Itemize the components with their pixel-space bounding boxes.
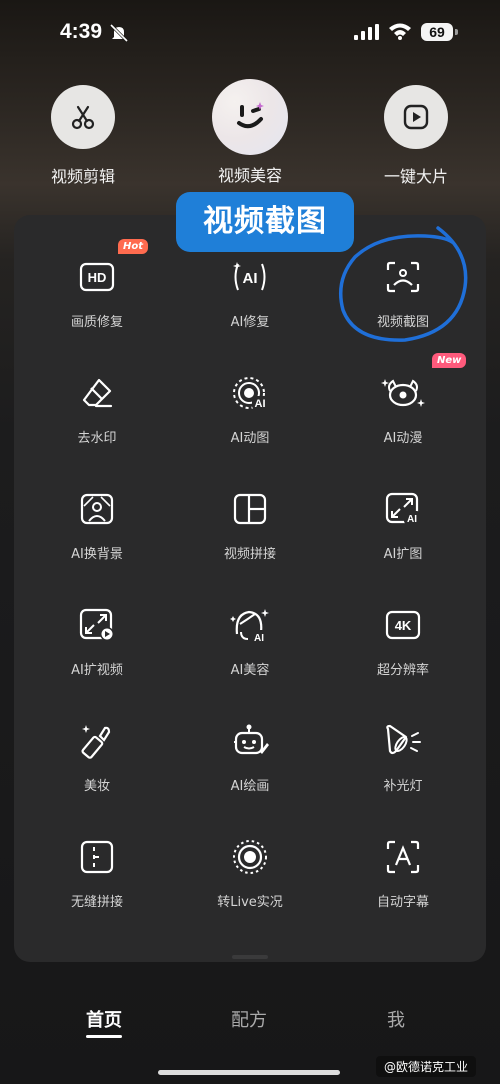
video-edit-button[interactable]: 视频剪辑: [23, 85, 143, 187]
status-bar: 4:39 69: [0, 0, 500, 68]
screenshot-callout: 视频截图: [176, 192, 354, 252]
tool-ai-expand-image[interactable]: AI AI扩图: [328, 487, 478, 562]
bell-muted-icon: [109, 23, 129, 46]
tool-ai-anime[interactable]: AI动漫 New: [328, 353, 478, 446]
cellular-signal-icon: [354, 24, 380, 44]
video-beauty-button[interactable]: 视频美容: [190, 79, 310, 186]
tool-ai-repair[interactable]: AI AI修复: [175, 255, 325, 330]
hot-badge: Hot: [118, 239, 149, 254]
tool-ai-background-swap[interactable]: AI换背景: [22, 487, 172, 562]
home-indicator[interactable]: [158, 1070, 340, 1075]
tab-recipes[interactable]: 配方: [209, 1006, 289, 1032]
tool-label: AI扩视频: [71, 663, 123, 678]
svg-text:HD: HD: [88, 270, 107, 285]
one-click-movie-label: 一键大片: [383, 167, 448, 186]
tool-label: 超分辨率: [376, 663, 429, 678]
tool-label: 无缝拼接: [70, 895, 123, 910]
tool-label: AI换背景: [71, 547, 123, 562]
tool-label: 美妆: [83, 779, 110, 794]
scissors-icon: [51, 85, 115, 149]
seamless-splice-icon: [22, 835, 172, 879]
tool-video-splice[interactable]: 视频拼接: [175, 487, 325, 562]
wifi-icon: [388, 22, 412, 44]
one-click-movie-button[interactable]: 一键大片: [356, 85, 476, 187]
tool-label: AI扩图: [383, 547, 423, 562]
auto-subtitle-icon: [328, 835, 478, 879]
tool-label: 视频拼接: [223, 547, 276, 562]
tool-label: 补光灯: [383, 779, 423, 794]
svg-text:4K: 4K: [395, 618, 412, 633]
hd-icon: HD: [22, 255, 172, 299]
fill-light-icon: [328, 719, 478, 763]
tool-label: 去水印: [77, 431, 117, 446]
tool-super-resolution[interactable]: 4K 超分辨率: [328, 603, 478, 678]
tool-label: 转Live实况: [217, 895, 283, 910]
video-beauty-label: 视频美容: [217, 166, 282, 185]
wink-face-icon: [212, 79, 288, 155]
battery-cap: [455, 29, 458, 35]
tool-label: AI修复: [230, 315, 270, 330]
watermark: @欧德诺克工业: [376, 1056, 477, 1077]
tool-label: 画质修复: [70, 315, 123, 330]
tool-fill-light[interactable]: 补光灯: [328, 719, 478, 794]
status-time: 4:39: [60, 20, 103, 43]
active-tab-indicator: [86, 1035, 122, 1038]
tool-label: 自动字幕: [376, 895, 429, 910]
svg-text:AI: AI: [255, 398, 266, 410]
tool-live-photo[interactable]: 转Live实况: [175, 835, 325, 910]
tool-label: AI动漫: [383, 431, 423, 446]
4k-icon: 4K: [328, 603, 478, 647]
tool-quality-repair[interactable]: HD 画质修复 Hot: [22, 239, 172, 330]
highlight-circle-annotation: [339, 226, 468, 342]
tab-home[interactable]: 首页: [64, 1006, 144, 1032]
eraser-icon: [22, 371, 172, 415]
tool-label: AI美容: [230, 663, 270, 678]
tab-me[interactable]: 我: [356, 1006, 436, 1032]
ai-repair-icon: AI: [175, 255, 325, 299]
ai-expand-video-icon: [22, 603, 172, 647]
live-photo-icon: [175, 835, 325, 879]
ai-animate-icon: AI: [175, 371, 325, 415]
tool-ai-animate[interactable]: AI AI动图: [175, 371, 325, 446]
ai-robot-paint-icon: [175, 719, 325, 763]
scroll-indicator: [232, 955, 268, 959]
tool-remove-watermark[interactable]: 去水印: [22, 371, 172, 446]
svg-text:AI: AI: [407, 514, 417, 525]
battery-level: 69: [421, 23, 453, 41]
tool-ai-painting[interactable]: AI绘画: [175, 719, 325, 794]
background-swap-icon: [22, 487, 172, 531]
ai-expand-image-icon: AI: [328, 487, 478, 531]
ai-anime-icon: [328, 371, 478, 415]
tool-makeup[interactable]: 美妆: [22, 719, 172, 794]
new-badge: New: [432, 353, 467, 368]
tool-ai-expand-video[interactable]: AI扩视频: [22, 603, 172, 678]
tool-ai-beauty[interactable]: AI AI美容: [175, 603, 325, 678]
tool-seamless-splice[interactable]: 无缝拼接: [22, 835, 172, 910]
video-edit-label: 视频剪辑: [50, 167, 115, 186]
svg-text:AI: AI: [243, 270, 258, 287]
tool-label: AI绘画: [230, 779, 270, 794]
video-splice-icon: [175, 487, 325, 531]
play-square-icon: [384, 85, 448, 149]
tool-auto-subtitle[interactable]: 自动字幕: [328, 835, 478, 910]
svg-text:AI: AI: [254, 633, 264, 644]
ai-beauty-icon: AI: [175, 603, 325, 647]
bottom-tab-bar: 首页 配方 我: [0, 998, 500, 1048]
tool-label: AI动图: [230, 431, 270, 446]
lipstick-icon: [22, 719, 172, 763]
